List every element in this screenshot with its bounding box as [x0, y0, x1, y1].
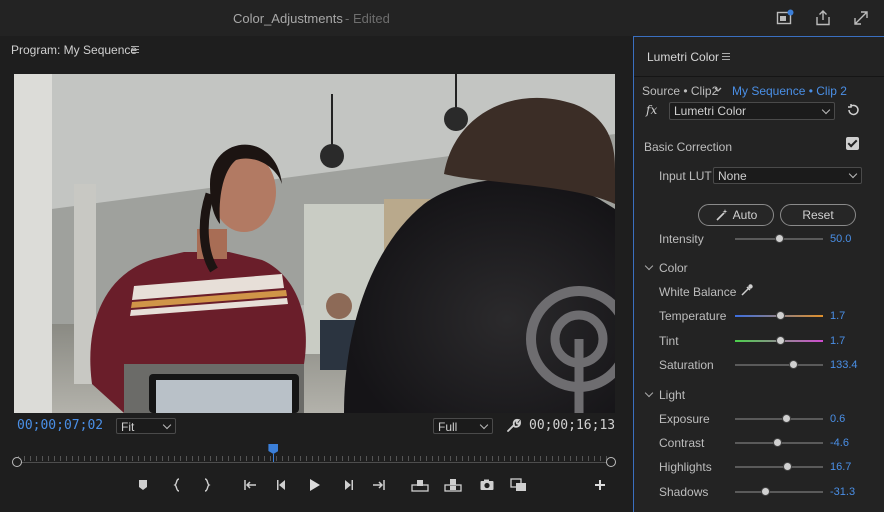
tint-label: Tint [659, 334, 679, 348]
chevron-down-icon[interactable] [644, 261, 654, 271]
lumetri-title[interactable]: Lumetri Color [647, 50, 719, 64]
auto-button-label: Auto [732, 208, 758, 222]
resolution-value: Full [438, 420, 458, 434]
saturation-label: Saturation [659, 358, 714, 372]
eyedropper-icon[interactable] [740, 283, 754, 300]
lift-icon[interactable] [411, 477, 429, 493]
chevron-down-icon [821, 105, 831, 115]
zoom-start-handle[interactable] [12, 457, 22, 467]
exposure-knob[interactable] [781, 414, 791, 423]
exposure-label: Exposure [659, 412, 710, 426]
contrast-value[interactable]: -4.6 [830, 437, 849, 449]
white-balance-label: White Balance [659, 285, 737, 299]
resolution-dropdown[interactable]: Full [433, 418, 493, 434]
exposure-value[interactable]: 0.6 [830, 413, 845, 425]
input-lut-dropdown[interactable]: None [713, 167, 862, 184]
shadows-knob[interactable] [761, 487, 771, 496]
temperature-label: Temperature [659, 309, 727, 323]
intensity-value[interactable]: 50.0 [830, 233, 851, 245]
chevron-down-icon [479, 420, 489, 430]
playback-ruler[interactable] [18, 445, 612, 467]
intensity-knob[interactable] [774, 234, 784, 243]
temperature-value[interactable]: 1.7 [830, 310, 845, 322]
add-marker-icon[interactable] [135, 477, 151, 493]
contrast-slider[interactable] [735, 438, 823, 447]
panel-menu-icon[interactable] [131, 46, 139, 53]
reset-effect-icon[interactable] [846, 103, 860, 120]
playhead-line [273, 454, 275, 462]
step-back-icon[interactable] [274, 477, 290, 493]
intensity-label: Intensity [659, 232, 704, 246]
video-frame-image [14, 74, 615, 413]
effect-dropdown[interactable]: Lumetri Color [669, 102, 835, 120]
magic-wand-icon [716, 209, 728, 221]
chevron-down-icon [848, 169, 858, 179]
highlights-value[interactable]: 16.7 [830, 461, 851, 473]
play-icon[interactable] [306, 477, 322, 493]
fx-icon: fx [646, 103, 658, 117]
notification-icon[interactable] [776, 9, 794, 27]
highlights-knob[interactable] [783, 462, 793, 471]
wrench-icon[interactable] [506, 418, 521, 436]
effect-value: Lumetri Color [674, 104, 747, 118]
step-forward-icon[interactable] [340, 477, 356, 493]
shadows-label: Shadows [659, 485, 709, 499]
chevron-down-icon[interactable] [644, 388, 654, 398]
basic-correction-heading[interactable]: Basic Correction [644, 140, 732, 154]
panel-menu-icon[interactable] [722, 53, 730, 60]
mark-in-icon[interactable] [169, 477, 185, 493]
ruler-line [18, 462, 612, 463]
zoom-value: Fit [121, 420, 135, 434]
ruler-ticks [18, 456, 612, 461]
input-lut-value: None [718, 169, 747, 183]
intensity-slider[interactable] [735, 234, 823, 243]
source-clip-tab[interactable]: Source • Clip2 [642, 84, 718, 98]
contrast-knob[interactable] [772, 438, 782, 447]
auto-button[interactable]: Auto [698, 204, 774, 226]
saturation-slider[interactable] [735, 360, 823, 369]
sequence-clip-tab[interactable]: My Sequence • Clip 2 [732, 84, 847, 98]
highlights-label: Highlights [659, 460, 712, 474]
light-section-heading[interactable]: Light [659, 388, 685, 402]
contrast-label: Contrast [659, 436, 705, 450]
temperature-knob[interactable] [776, 311, 786, 320]
video-preview [14, 74, 615, 413]
shadows-slider[interactable] [735, 487, 823, 496]
saturation-value[interactable]: 133.4 [830, 359, 858, 371]
compare-view-icon[interactable] [510, 477, 526, 493]
duration-timecode: 00;00;16;13 [529, 418, 616, 433]
shadows-value[interactable]: -31.3 [830, 486, 855, 498]
saturation-knob[interactable] [788, 360, 798, 369]
zoom-dropdown[interactable]: Fit [116, 418, 176, 434]
chevron-down-icon[interactable] [714, 87, 722, 93]
basic-correction-checkbox[interactable] [846, 137, 859, 150]
project-title: Color_Adjustments [233, 11, 343, 26]
input-lut-label: Input LUT [659, 169, 712, 183]
program-panel-title[interactable]: Program: My Sequence [11, 43, 137, 57]
export-icon[interactable] [814, 9, 832, 27]
export-frame-icon[interactable] [479, 477, 495, 493]
mark-out-icon[interactable] [199, 477, 215, 493]
title-bar: Color_Adjustments - Edited [0, 0, 884, 36]
zoom-end-handle[interactable] [606, 457, 616, 467]
highlights-slider[interactable] [735, 462, 823, 471]
add-button-icon[interactable] [592, 477, 608, 493]
tint-value[interactable]: 1.7 [830, 335, 845, 347]
lumetri-color-panel: Lumetri Color Source • Clip2 My Sequence… [633, 36, 884, 512]
chevron-down-icon [162, 420, 172, 430]
fullscreen-icon[interactable] [852, 9, 870, 27]
extract-icon[interactable] [444, 477, 462, 493]
exposure-slider[interactable] [735, 414, 823, 423]
tint-knob[interactable] [776, 336, 786, 345]
reset-button[interactable]: Reset [780, 204, 856, 226]
reset-button-label: Reset [802, 208, 834, 222]
tint-slider[interactable] [735, 336, 823, 345]
go-to-out-icon[interactable] [371, 477, 387, 493]
color-section-heading[interactable]: Color [659, 261, 688, 275]
temperature-slider[interactable] [735, 311, 823, 320]
go-to-in-icon[interactable] [242, 477, 258, 493]
current-timecode[interactable]: 00;00;07;02 [17, 418, 103, 433]
lumetri-header: Lumetri Color [634, 37, 884, 77]
edited-status: - Edited [345, 11, 390, 26]
